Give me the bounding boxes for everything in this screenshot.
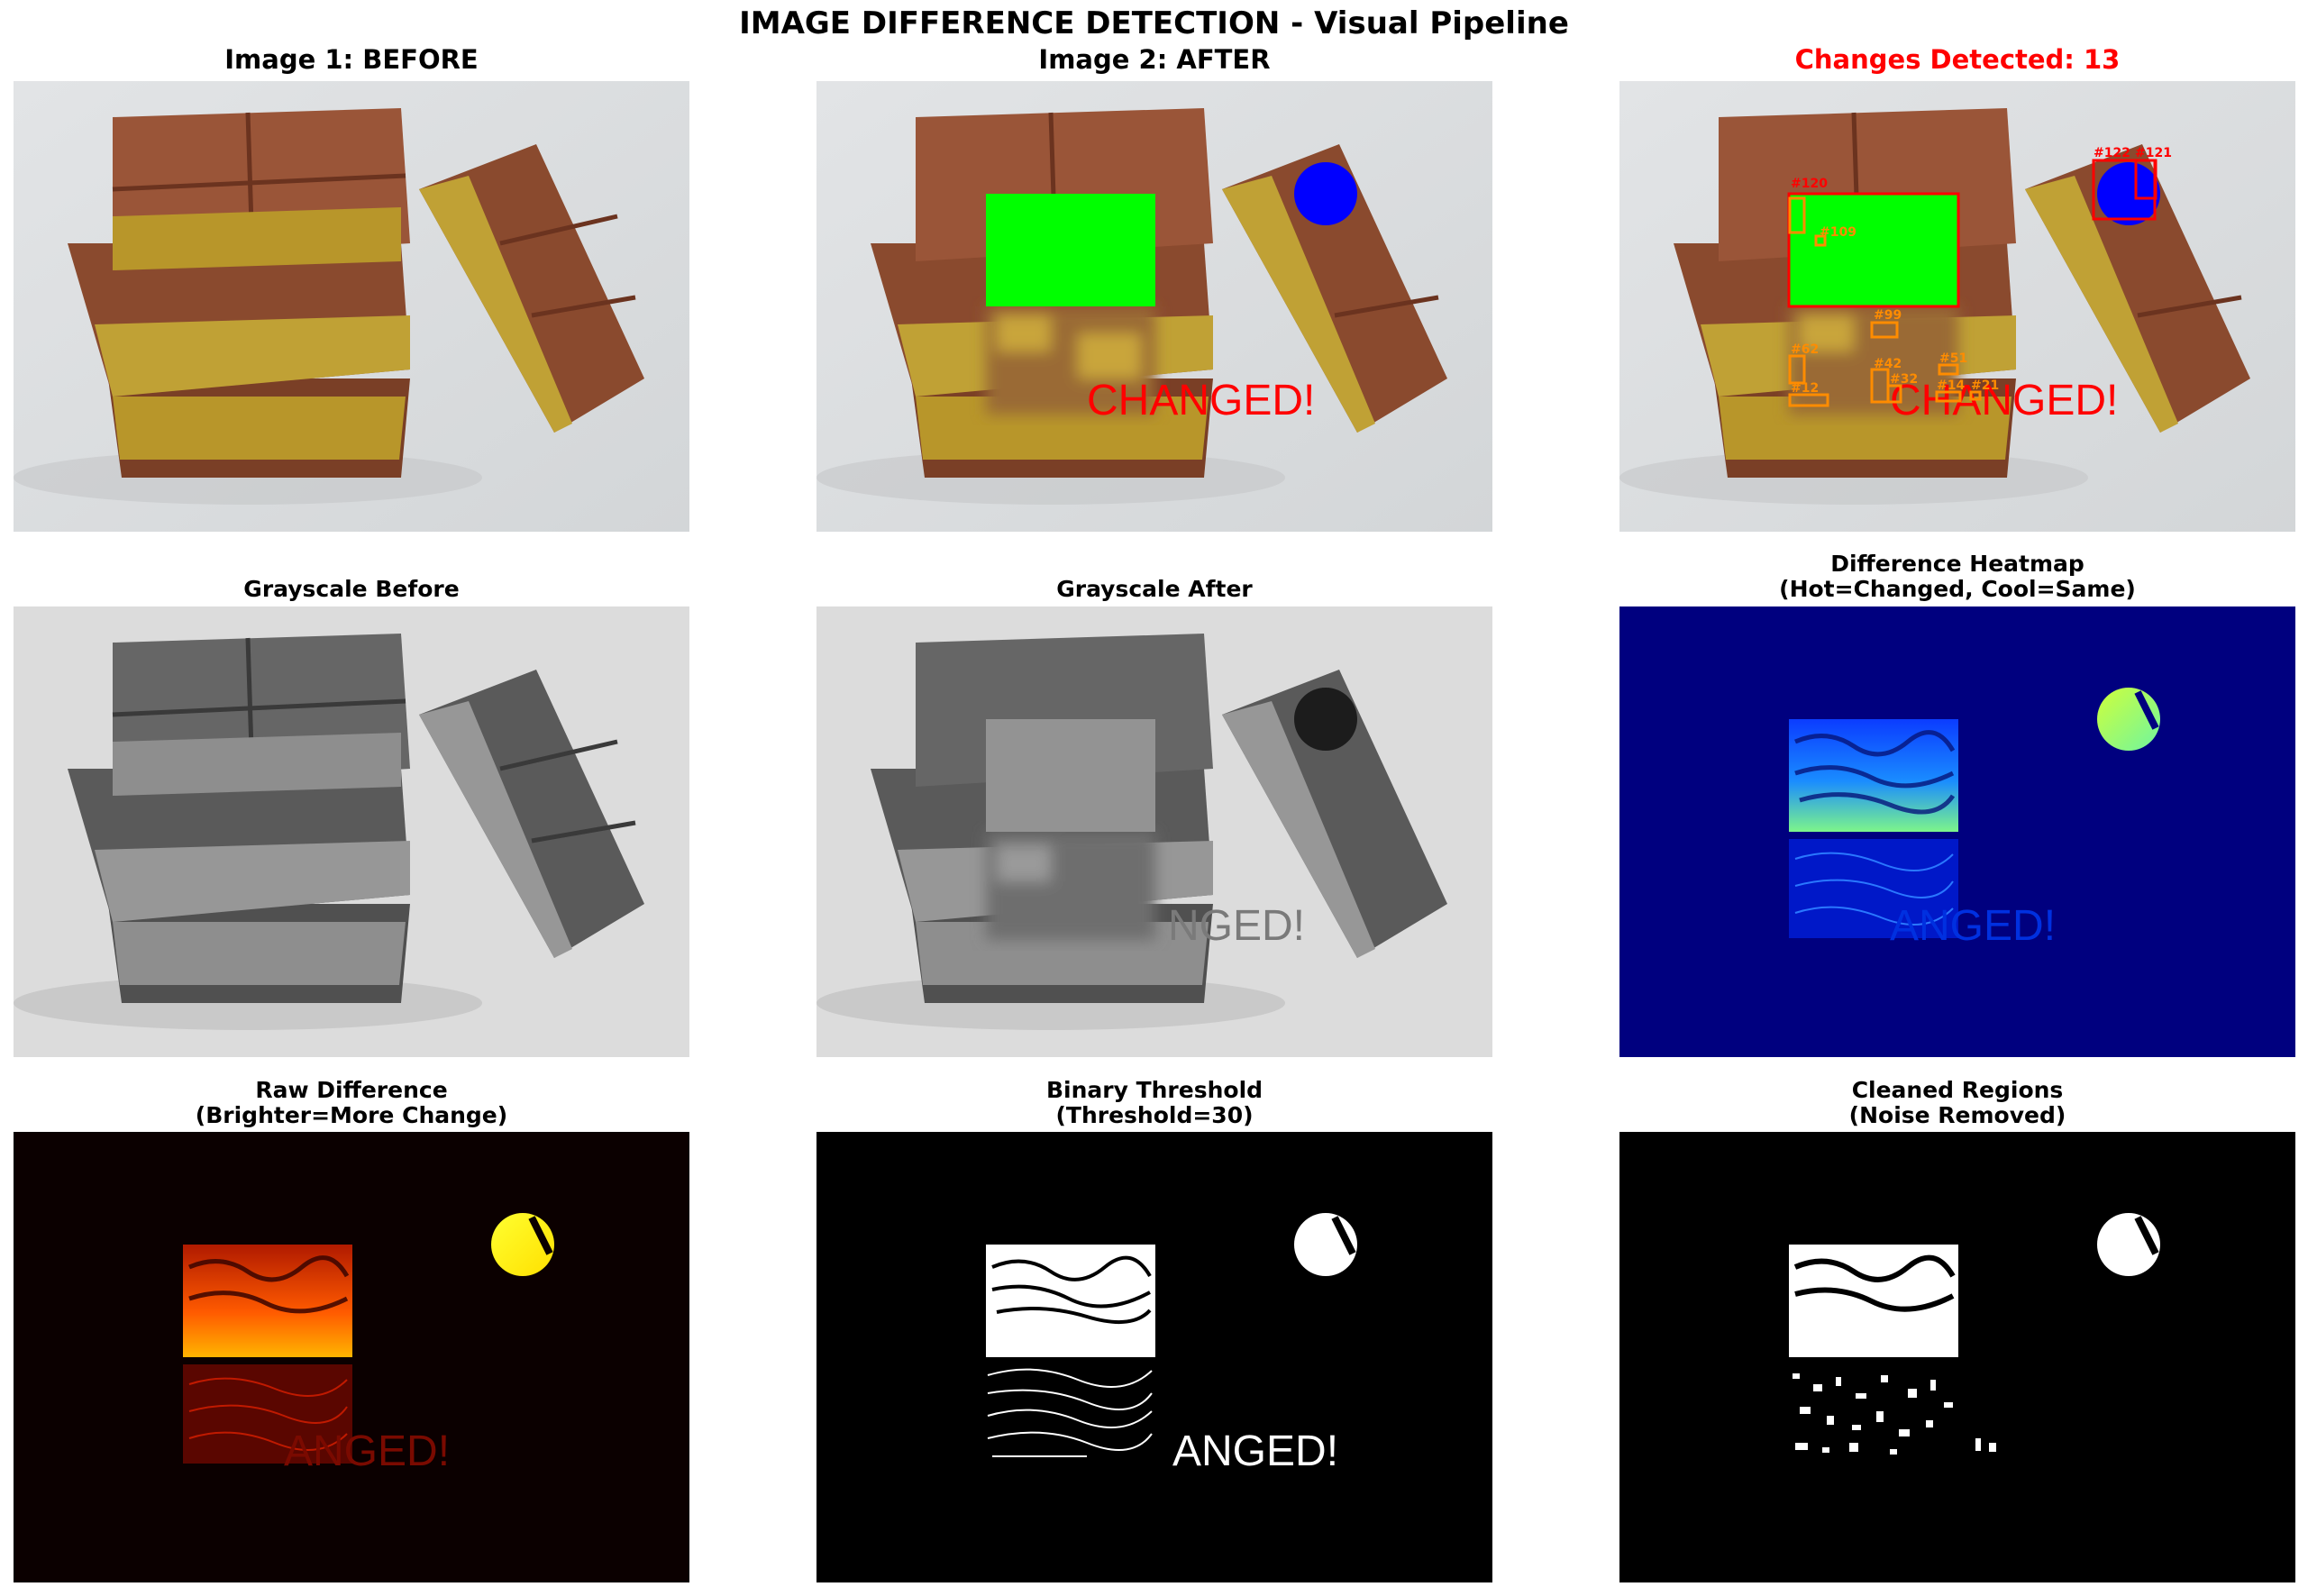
region-label: #122	[2094, 146, 2130, 160]
panel-title-binary-1: Binary Threshold	[1045, 1077, 1263, 1103]
region-label: #42	[1874, 357, 1902, 371]
panel-title-cleaned-1: Cleaned Regions	[1851, 1077, 2064, 1103]
panel-title-binary-2: (Threshold=30)	[1055, 1102, 1254, 1128]
image-gray-after: NGED!	[816, 606, 1492, 1057]
panel-title-detected: Changes Detected: 13	[1794, 44, 2121, 75]
panel-title-after: Image 2: AFTER	[1038, 44, 1271, 75]
region-label: #99	[1874, 308, 1902, 323]
region-label: #120	[1791, 177, 1828, 191]
region-label: #32	[1890, 372, 1918, 387]
region-label: #12	[1791, 381, 1819, 396]
region-label: #51	[1939, 351, 1967, 366]
region-label: #121	[2135, 146, 2172, 160]
panel-title-before: Image 1: BEFORE	[224, 44, 479, 75]
region-label: #62	[1791, 342, 1819, 357]
panel-title-raw-1: Raw Difference	[255, 1077, 448, 1103]
region-label: #14	[1937, 378, 1965, 393]
image-gray-before	[14, 606, 689, 1057]
image-binary-threshold: ANGED!	[816, 1132, 1492, 1582]
added-green-rectangle	[986, 194, 1155, 306]
image-raw-difference: ANGED!	[14, 1132, 689, 1582]
changed-text-gray: NGED!	[1168, 902, 1305, 950]
region-label: #21	[1971, 378, 1999, 393]
panel-title-gray-after: Grayscale After	[1056, 576, 1253, 602]
changed-text-binary: ANGED!	[1172, 1427, 1338, 1475]
image-before	[14, 81, 689, 532]
changed-text-raw: ANGED!	[284, 1427, 450, 1475]
image-detected: CHANGED! #120 #109 #122 #121 #99 #62 #42	[1619, 81, 2295, 532]
detected-green-rectangle	[1787, 192, 1960, 308]
figure-title: IMAGE DIFFERENCE DETECTION - Visual Pipe…	[739, 5, 1569, 41]
changed-text-heatmap: ANGED!	[1890, 902, 2056, 950]
region-label: #109	[1820, 225, 1856, 240]
panel-title-raw-2: (Brighter=More Change)	[195, 1102, 508, 1128]
changed-text-detected: CHANGED!	[1890, 377, 2118, 424]
image-heatmap: ANGED!	[1619, 606, 2295, 1057]
panel-title-gray-before: Grayscale Before	[243, 576, 460, 602]
image-after: CHANGED!	[816, 81, 1492, 532]
panel-title-cleaned-2: (Noise Removed)	[1848, 1102, 2066, 1128]
panel-title-heatmap-2: (Hot=Changed, Cool=Same)	[1779, 576, 2136, 602]
detected-blue-circle	[2097, 162, 2160, 225]
image-cleaned-regions	[1619, 1132, 2295, 1582]
changed-text: CHANGED!	[1087, 377, 1315, 424]
added-blue-circle	[1294, 162, 1357, 225]
panel-title-heatmap-1: Difference Heatmap	[1830, 551, 2084, 577]
